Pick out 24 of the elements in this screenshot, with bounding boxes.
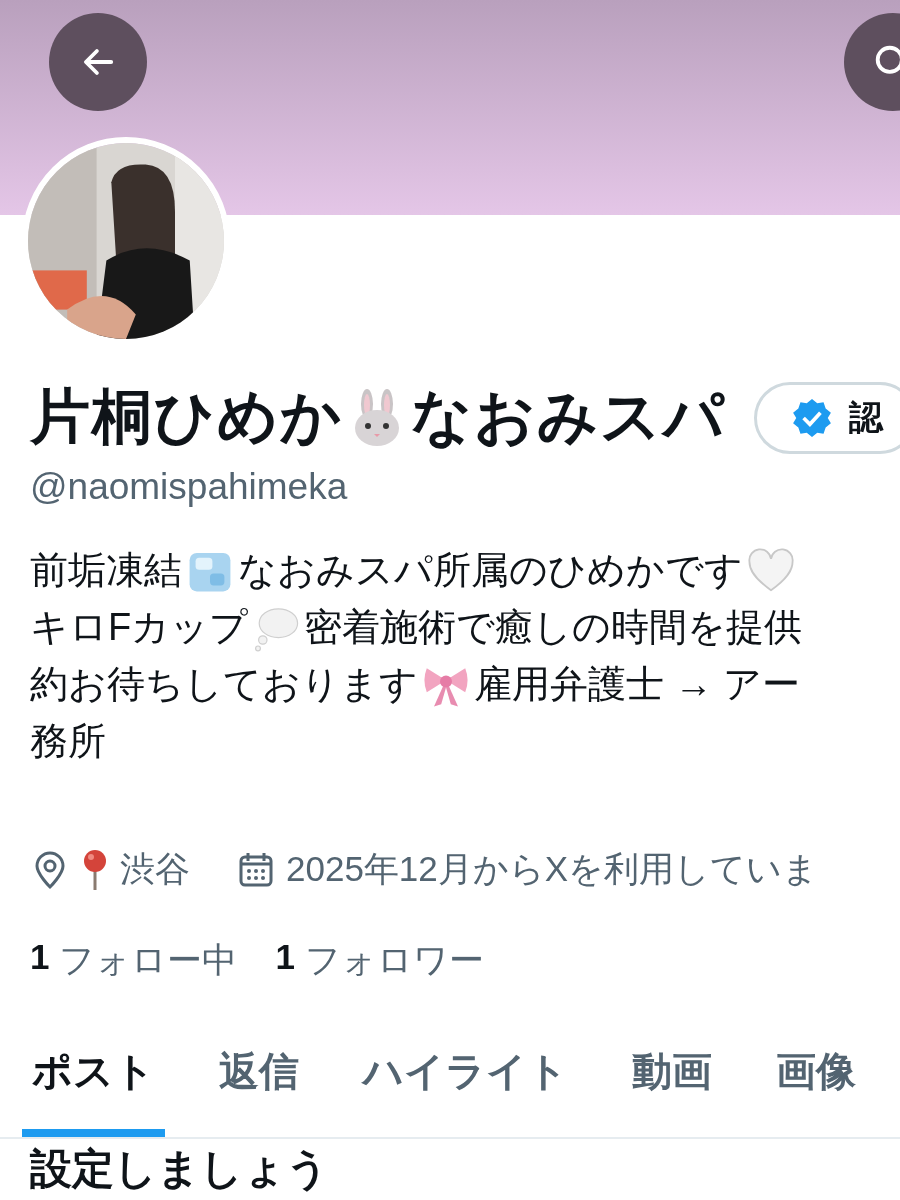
profile-tab[interactable]: ポスト <box>22 1026 165 1137</box>
profile-tab[interactable]: 画像 <box>766 1026 866 1137</box>
stat-count: 1 <box>275 937 295 978</box>
bio-text: 密着施術で癒しの時間を提供 <box>304 605 803 650</box>
joined-date: 2025年12月からXを利用していま <box>286 848 819 890</box>
bio-text: 雇用弁護士 → アー <box>474 662 801 707</box>
stat-count: 1 <box>30 937 50 978</box>
verified-button[interactable]: 認 <box>754 381 900 454</box>
profile-tab[interactable]: 動画 <box>622 1026 722 1137</box>
bio-text: なおみスパ所属のひめかです <box>238 548 743 593</box>
section-heading: 設定しましょう <box>29 1144 330 1193</box>
stat-label: フォロー中 <box>59 939 238 981</box>
bio-text: 務所 <box>30 719 106 764</box>
display-name: なおみスパ <box>411 382 726 452</box>
profile-tab[interactable]: 返信 <box>209 1026 309 1137</box>
stat-label: フォロワー <box>304 939 484 981</box>
bio-text: 約お待ちしております <box>30 662 418 707</box>
display-name: 片桐ひめか <box>30 382 343 452</box>
bio-text: 前垢凍結 <box>30 548 182 593</box>
profile-tab[interactable]: ハイライト <box>353 1026 578 1137</box>
user-handle: @naomispahimeka <box>30 466 349 508</box>
location-text: 渋谷 <box>120 848 190 890</box>
verified-badge-icon <box>791 396 833 439</box>
bio-text: キロFカップ <box>30 605 249 650</box>
